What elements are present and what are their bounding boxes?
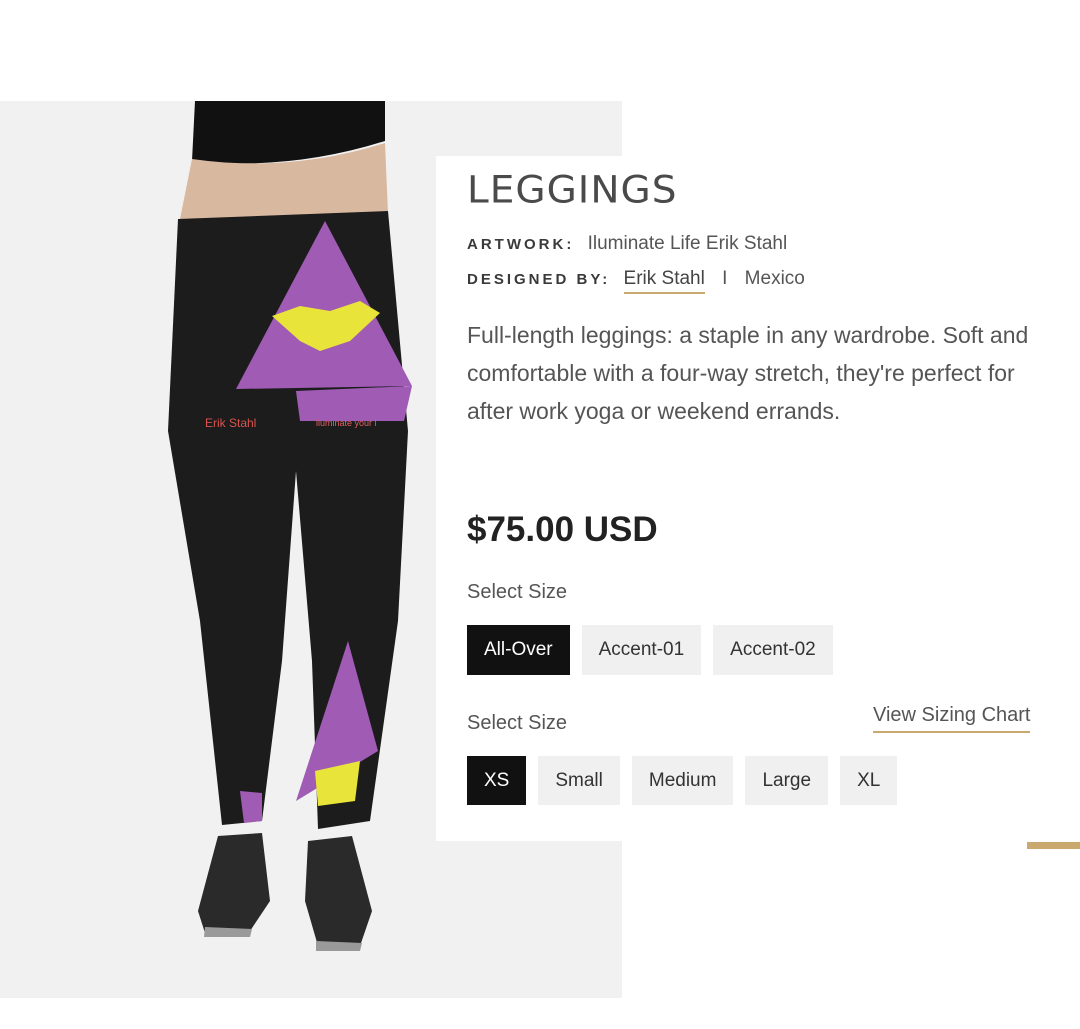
artwork-line: ARTWORK: Iluminate Life Erik Stahl [467,233,787,255]
size-select-label: Select Size [467,712,568,734]
style-options: All-Over Accent-01 Accent-02 [467,625,833,675]
meta-separator: I [722,268,728,289]
print-triangle-lower [296,386,412,421]
style-select-label: Select Size [467,581,568,603]
product-info-card: LEGGINGS ARTWORK: Iluminate Life Erik St… [436,156,1080,841]
style-option-accent-02[interactable]: Accent-02 [713,625,833,675]
print-text-left: Erik Stahl [205,416,256,430]
size-option-xs[interactable]: XS [467,756,527,805]
designer-line: DESIGNED BY: Erik Stahl I Mexico [467,268,805,294]
artwork-value: Iluminate Life Erik Stahl [587,233,788,254]
right-shoe [305,836,372,946]
designer-link[interactable]: Erik Stahl [623,268,705,294]
print-text-right: iluminate your l [316,418,377,428]
left-shoe [198,833,270,933]
decorative-accent-bar [1027,842,1080,849]
designer-location: Mexico [744,268,805,289]
size-options: XS Small Medium Large XL [467,756,898,805]
view-sizing-chart-link[interactable]: View Sizing Chart [873,704,1031,733]
size-option-xl[interactable]: XL [840,756,898,805]
style-option-accent-01[interactable]: Accent-01 [581,625,702,675]
style-option-all-over[interactable]: All-Over [467,625,570,675]
product-description: Full-length leggings: a staple in any wa… [467,322,1029,424]
designed-by-label: DESIGNED BY: [467,271,611,288]
size-option-medium[interactable]: Medium [631,756,734,805]
artwork-label: ARTWORK: [467,236,575,253]
size-option-large[interactable]: Large [745,756,829,805]
size-option-small[interactable]: Small [538,756,620,805]
product-price: $75.00 USD [467,510,658,549]
product-title: LEGGINGS [467,169,678,212]
